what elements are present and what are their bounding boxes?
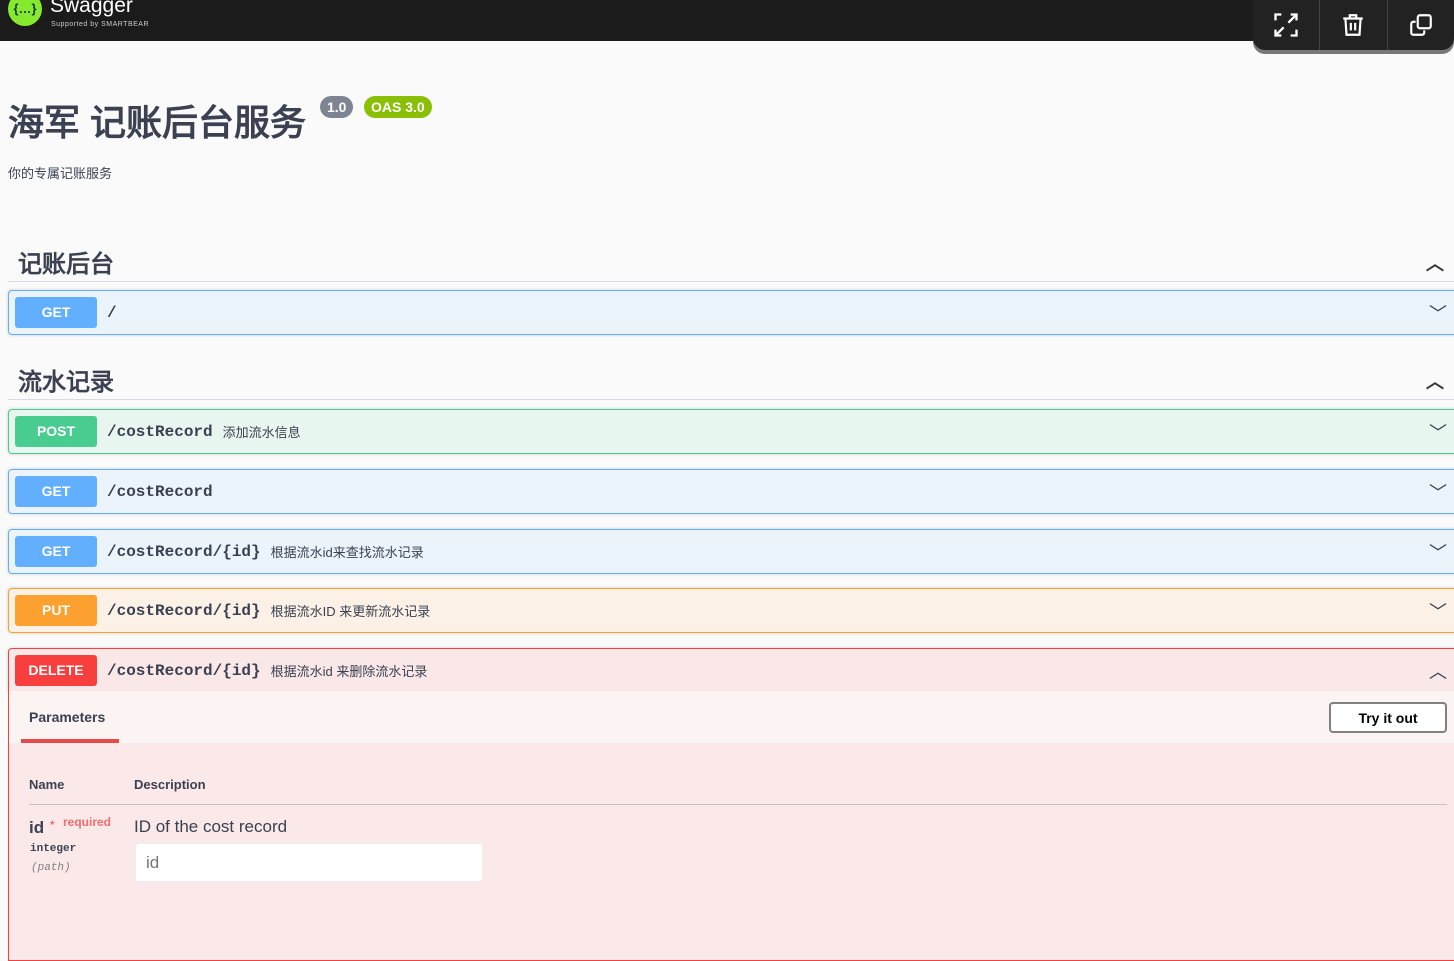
method-badge: GET bbox=[15, 536, 97, 567]
param-location: (path) bbox=[31, 862, 71, 874]
operation-path: /costRecord/{id} bbox=[107, 601, 261, 620]
id-input[interactable] bbox=[135, 843, 483, 882]
method-badge: DELETE bbox=[15, 655, 97, 686]
operation-row[interactable]: POST/costRecord 添加流水信息 ﹀ bbox=[8, 409, 1454, 454]
chevron-down-icon: ﹀ bbox=[1429, 602, 1447, 622]
param-type: integer bbox=[30, 843, 77, 855]
expand-button[interactable] bbox=[1253, 0, 1321, 50]
operation-row[interactable]: GET/costRecord/{id} 根据流水id来查找流水记录 ﹀ bbox=[8, 529, 1454, 574]
operation-path: /costRecord/{id} bbox=[107, 661, 261, 680]
operation-summary: 根据流水ID 来更新流水记录 bbox=[270, 604, 431, 619]
chevron-up-icon: ︿ bbox=[1426, 372, 1444, 392]
toolbar bbox=[1253, 0, 1454, 50]
tag-name: 记账后台 bbox=[18, 251, 114, 278]
api-description: 你的专属记账服务 bbox=[8, 166, 113, 181]
param-description: ID of the cost record bbox=[134, 817, 288, 836]
operation-path: /costRecord bbox=[107, 422, 213, 441]
chevron-up-icon: ︿ bbox=[1429, 662, 1447, 682]
tab-parameters[interactable]: Parameters bbox=[21, 691, 119, 743]
method-badge: GET bbox=[15, 476, 97, 507]
copy-icon bbox=[1409, 14, 1432, 36]
chevron-down-icon: ﹀ bbox=[1429, 483, 1447, 503]
try-it-out-button[interactable]: Try it out bbox=[1329, 702, 1447, 733]
tag-header[interactable]: 记账后台 ︿ bbox=[8, 242, 1454, 282]
method-badge: GET bbox=[15, 297, 97, 328]
column-name: Name bbox=[29, 777, 65, 792]
tag-name: 流水记录 bbox=[18, 369, 114, 396]
tag-header[interactable]: 流水记录 ︿ bbox=[8, 360, 1454, 400]
operation-summary: 根据流水id来查找流水记录 bbox=[270, 545, 424, 560]
param-name: id bbox=[29, 818, 45, 837]
chevron-down-icon: ﹀ bbox=[1429, 304, 1447, 324]
expand-icon bbox=[1274, 13, 1298, 37]
operation-panel: Parameters Try it out Name Description i… bbox=[8, 691, 1454, 961]
method-badge: POST bbox=[15, 416, 97, 447]
method-badge: PUT bbox=[15, 595, 97, 626]
column-description: Description bbox=[134, 777, 206, 792]
operation-row[interactable]: PUT/costRecord/{id} 根据流水ID 来更新流水记录 ﹀ bbox=[8, 588, 1454, 633]
chevron-down-icon: ﹀ bbox=[1429, 423, 1447, 443]
page-title: 海军 记账后台服务 bbox=[8, 102, 307, 143]
top-bar: {…} Swagger Supported by SMARTBEAR bbox=[0, 0, 1454, 50]
trash-icon bbox=[1343, 14, 1364, 36]
operation-row[interactable]: DELETE/costRecord/{id} 根据流水id 来删除流水记录 ︿ bbox=[8, 648, 1454, 693]
brand-subtitle: Supported by SMARTBEAR bbox=[51, 21, 150, 28]
brand-name: Swagger bbox=[50, 0, 133, 17]
required-label: required bbox=[63, 815, 112, 829]
version-badge: 1.0 bbox=[320, 96, 354, 118]
operation-summary: 添加流水信息 bbox=[222, 425, 301, 440]
copy-button[interactable] bbox=[1388, 0, 1454, 50]
operation-path: /costRecord/{id} bbox=[107, 542, 261, 561]
operation-row[interactable]: GET/costRecord ﹀ bbox=[8, 469, 1454, 514]
operation-row[interactable]: GET / ﹀ bbox=[8, 290, 1454, 335]
operation-summary: 根据流水id 来删除流水记录 bbox=[270, 664, 428, 679]
oas-badge: OAS 3.0 bbox=[364, 96, 432, 118]
delete-button[interactable] bbox=[1320, 0, 1388, 50]
swagger-logo[interactable]: {…} bbox=[8, 0, 42, 26]
chevron-down-icon: ﹀ bbox=[1429, 543, 1447, 563]
operation-path: / bbox=[107, 303, 117, 322]
chevron-up-icon: ︿ bbox=[1426, 254, 1444, 274]
operation-path: /costRecord bbox=[107, 482, 213, 501]
required-star: * bbox=[50, 818, 55, 832]
